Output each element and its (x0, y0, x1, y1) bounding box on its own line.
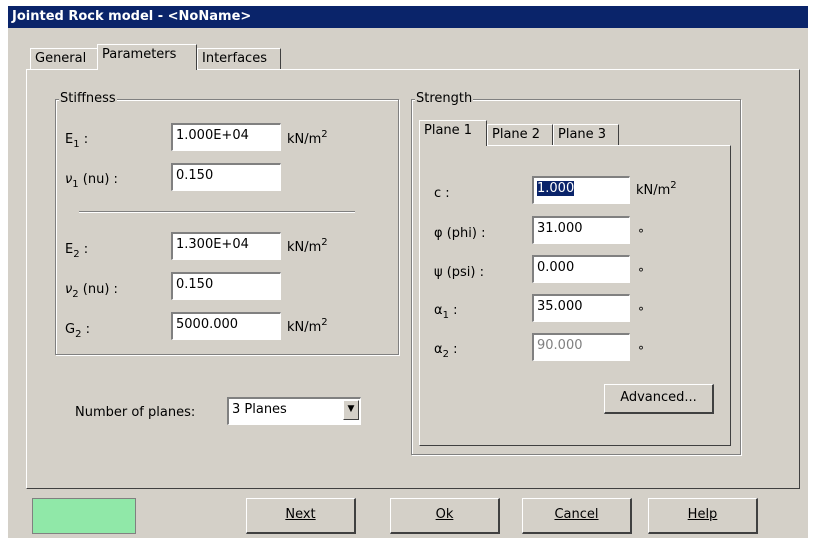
ok-button[interactable]: Ok (390, 498, 500, 534)
tab-plane-3-label: Plane 3 (558, 127, 607, 142)
phi-input[interactable]: 31.000 (532, 216, 630, 244)
phi-label: φ (phi) : (434, 226, 486, 241)
e1-label: E1 : (65, 132, 89, 150)
alpha1-input[interactable]: 35.000 (532, 294, 630, 322)
e1-unit: kN/m2 (287, 129, 328, 147)
ok-button-label: Ok (435, 507, 454, 522)
strength-title: Strength (415, 91, 474, 106)
stiffness-divider (79, 211, 355, 213)
help-button[interactable]: Help (648, 498, 758, 534)
g2-unit: kN/m2 (287, 317, 328, 335)
nu2-input[interactable]: 0.150 (171, 272, 281, 300)
dialog-window: Jointed Rock model - <NoName> General Pa… (8, 6, 808, 538)
stiffness-title: Stiffness (59, 91, 117, 106)
e1-input[interactable]: 1.000E+04 (171, 123, 281, 151)
alpha1-label: α1 : (434, 303, 458, 321)
c-unit: kN/m2 (636, 180, 677, 198)
nu1-input[interactable]: 0.150 (171, 163, 281, 191)
nu2-label: ν2 (nu) : (65, 282, 118, 300)
tab-plane-2-label: Plane 2 (492, 127, 541, 142)
alpha2-unit: ° (638, 344, 644, 358)
advanced-button[interactable]: Advanced... (604, 384, 714, 414)
c-input-value: 1.000 (537, 181, 575, 196)
alpha1-unit: ° (638, 305, 644, 319)
tab-general-label: General (35, 51, 87, 66)
alpha2-input: 90.000 (532, 333, 630, 361)
chevron-down-icon[interactable]: ▼ (343, 400, 359, 420)
tab-general[interactable]: General (30, 48, 98, 70)
e2-label: E2 : (65, 242, 89, 260)
tab-plane-1-label: Plane 1 (424, 123, 473, 138)
nu1-label: ν1 (nu) : (65, 172, 118, 190)
status-indicator (32, 498, 136, 534)
next-button[interactable]: Next (246, 498, 356, 534)
alpha2-label: α2 : (434, 342, 458, 360)
help-button-label: Help (687, 507, 718, 522)
tab-interfaces-label: Interfaces (202, 51, 267, 66)
g2-input[interactable]: 5000.000 (171, 312, 281, 340)
c-input[interactable]: 1.000 (532, 176, 630, 204)
e2-input[interactable]: 1.300E+04 (171, 232, 281, 260)
plane-1-pane: c : 1.000 kN/m2 φ (phi) : 31.000 ° ψ (ps… (419, 145, 731, 446)
g2-label: G2 : (65, 322, 90, 340)
tab-parameters[interactable]: Parameters (97, 44, 197, 70)
psi-input[interactable]: 0.000 (532, 255, 630, 283)
next-button-label: Next (285, 507, 316, 522)
psi-label: ψ (psi) : (434, 265, 485, 280)
e2-unit: kN/m2 (287, 237, 328, 255)
planes-label: Number of planes: (75, 405, 196, 420)
phi-unit: ° (638, 227, 644, 241)
c-label: c : (434, 186, 450, 201)
window-title: Jointed Rock model - <NoName> (8, 6, 808, 28)
tab-plane-2[interactable]: Plane 2 (487, 124, 553, 146)
planes-select[interactable]: 3 Planes ▼ (227, 397, 361, 425)
tab-parameters-label: Parameters (102, 47, 177, 62)
parameters-pane: Stiffness E1 : 1.000E+04 kN/m2 ν1 (nu) :… (26, 69, 800, 489)
tab-interfaces[interactable]: Interfaces (197, 48, 281, 70)
cancel-button[interactable]: Cancel (522, 498, 632, 534)
planes-selected-value: 3 Planes (232, 402, 287, 417)
tab-plane-1[interactable]: Plane 1 (419, 120, 487, 146)
tab-plane-3[interactable]: Plane 3 (553, 124, 619, 146)
psi-unit: ° (638, 266, 644, 280)
cancel-button-label: Cancel (554, 507, 599, 522)
